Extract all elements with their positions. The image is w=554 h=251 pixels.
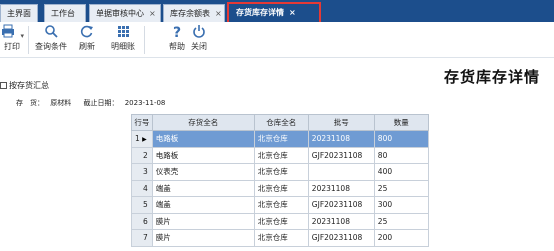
warehouse-cell[interactable]: 北京仓库 [253, 196, 309, 214]
tab-bar: 主界面 工作台 单据审核中心 × 库存余额表 × 存货库存详情 × [0, 0, 554, 22]
table-row[interactable]: 5 端盖 北京仓库 GJF20231108 300 [131, 196, 429, 214]
col-header-item-name[interactable]: 存货全名 [151, 114, 255, 131]
tab-inventory-detail[interactable]: 存货库存详情 × [229, 3, 305, 22]
close-icon[interactable]: × [289, 8, 296, 17]
item-name-cell[interactable]: 膜片 [151, 212, 255, 230]
table-row[interactable]: 7 膜片 北京仓库 GJF20231108 200 [131, 229, 429, 247]
inventory-label: 存 货： [16, 99, 44, 107]
close-icon[interactable]: × [215, 9, 222, 18]
toolbar-divider [28, 26, 29, 54]
batch-cell[interactable]: 20231108 [307, 179, 375, 197]
close-label: 关闭 [191, 42, 207, 51]
power-icon [188, 24, 210, 42]
quantity-cell[interactable]: 25 [373, 179, 429, 197]
page-title: 存货库存详情 [444, 68, 541, 86]
row-number: 7 [131, 229, 153, 247]
refresh-button[interactable]: 刷新 [75, 24, 99, 52]
batch-cell[interactable]: GJF20231108 [307, 229, 375, 247]
checkbox-icon[interactable] [0, 82, 7, 89]
quantity-cell[interactable]: 800 [373, 130, 429, 148]
help-label: 帮助 [169, 42, 185, 51]
quantity-cell[interactable]: 80 [373, 146, 429, 164]
table-row[interactable]: 4 端盖 北京仓库 20231108 25 [131, 179, 429, 197]
table-row[interactable]: 2 电路板 北京仓库 GJF20231108 80 [131, 146, 429, 164]
close-button[interactable]: 关闭 [188, 24, 210, 52]
row-number: 1 ▶ [131, 130, 153, 148]
item-name-cell[interactable]: 电路板 [151, 146, 255, 164]
detail-ledger-label: 明细账 [111, 42, 135, 51]
item-name-cell[interactable]: 仪表壳 [151, 163, 255, 181]
tab-label: 主界面 [7, 9, 31, 18]
batch-cell[interactable] [307, 163, 375, 181]
batch-cell[interactable]: 20231108 [307, 212, 375, 230]
row-number: 2 [131, 146, 153, 164]
refresh-label: 刷新 [79, 42, 95, 51]
item-name-cell[interactable]: 端盖 [151, 196, 255, 214]
table-row[interactable]: 1 ▶ 电路板 北京仓库 20231108 800 [131, 130, 429, 148]
item-name-cell[interactable]: 端盖 [151, 179, 255, 197]
toolbar-divider [144, 26, 145, 54]
date-value: 2023-11-08 [124, 99, 166, 107]
tab-label: 单据审核中心 [96, 9, 144, 18]
warehouse-cell[interactable]: 北京仓库 [253, 229, 309, 247]
row-number: 6 [131, 212, 153, 230]
detail-ledger-button[interactable]: 明细账 [108, 24, 138, 52]
tab-workbench[interactable]: 工作台 [44, 4, 86, 22]
col-header-row-no[interactable]: 行号 [131, 114, 153, 131]
help-button[interactable]: ? 帮助 [166, 24, 188, 52]
table-row[interactable]: 3 仪表壳 北京仓库 400 [131, 163, 429, 181]
print-button[interactable]: ▾ 打印 [0, 24, 24, 52]
row-number: 5 [131, 196, 153, 214]
current-row-icon: ▶ [142, 136, 147, 144]
batch-cell[interactable]: GJF20231108 [307, 196, 375, 214]
tab-audit-center[interactable]: 单据审核中心 × [89, 4, 161, 22]
inventory-value: 原材料 [50, 99, 72, 107]
date-label: 截止日期： [83, 99, 119, 107]
col-header-batch[interactable]: 批号 [307, 114, 375, 131]
col-header-quantity[interactable]: 数量 [373, 114, 429, 131]
filter-info: 存 货： 原材料 截止日期： 2023-11-08 [16, 98, 169, 108]
quantity-cell[interactable]: 25 [373, 212, 429, 230]
summary-checkbox-label: 按存货汇总 [9, 81, 49, 90]
warehouse-cell[interactable]: 北京仓库 [253, 212, 309, 230]
toolbar: ▾ 打印 查询条件 刷新 明细账 ? 帮助 关闭 [0, 22, 554, 58]
tab-label: 库存余额表 [170, 9, 210, 18]
batch-cell[interactable]: GJF20231108 [307, 146, 375, 164]
printer-icon: ▾ [0, 24, 24, 42]
inventory-table: 行号 存货全名 仓库全名 批号 数量 1 ▶ 电路板 北京仓库 20231108… [131, 114, 429, 247]
tab-label: 存货库存详情 [236, 8, 284, 17]
refresh-icon [75, 24, 99, 42]
quantity-cell[interactable]: 200 [373, 229, 429, 247]
warehouse-cell[interactable]: 北京仓库 [253, 163, 309, 181]
warehouse-cell[interactable]: 北京仓库 [253, 130, 309, 148]
row-number: 3 [131, 163, 153, 181]
tab-stock-balance[interactable]: 库存余额表 × [163, 4, 225, 22]
print-label: 打印 [4, 42, 20, 51]
tab-label: 工作台 [51, 9, 75, 18]
batch-cell[interactable]: 20231108 [307, 130, 375, 148]
row-number: 4 [131, 179, 153, 197]
table-header-row: 行号 存货全名 仓库全名 批号 数量 [131, 114, 429, 131]
query-label: 查询条件 [35, 42, 67, 51]
col-header-warehouse[interactable]: 仓库全名 [253, 114, 309, 131]
close-icon[interactable]: × [149, 9, 156, 18]
item-name-cell[interactable]: 膜片 [151, 229, 255, 247]
warehouse-cell[interactable]: 北京仓库 [253, 179, 309, 197]
tab-home[interactable]: 主界面 [0, 4, 38, 22]
item-name-cell[interactable]: 电路板 [151, 130, 255, 148]
quantity-cell[interactable]: 400 [373, 163, 429, 181]
quantity-cell[interactable]: 300 [373, 196, 429, 214]
question-icon: ? [172, 25, 182, 41]
query-button[interactable]: 查询条件 [33, 24, 69, 52]
warehouse-cell[interactable]: 北京仓库 [253, 146, 309, 164]
summary-checkbox[interactable]: 按存货汇总 [0, 80, 49, 91]
search-icon [33, 24, 69, 42]
grid-icon [108, 24, 138, 42]
table-row[interactable]: 6 膜片 北京仓库 20231108 25 [131, 212, 429, 230]
